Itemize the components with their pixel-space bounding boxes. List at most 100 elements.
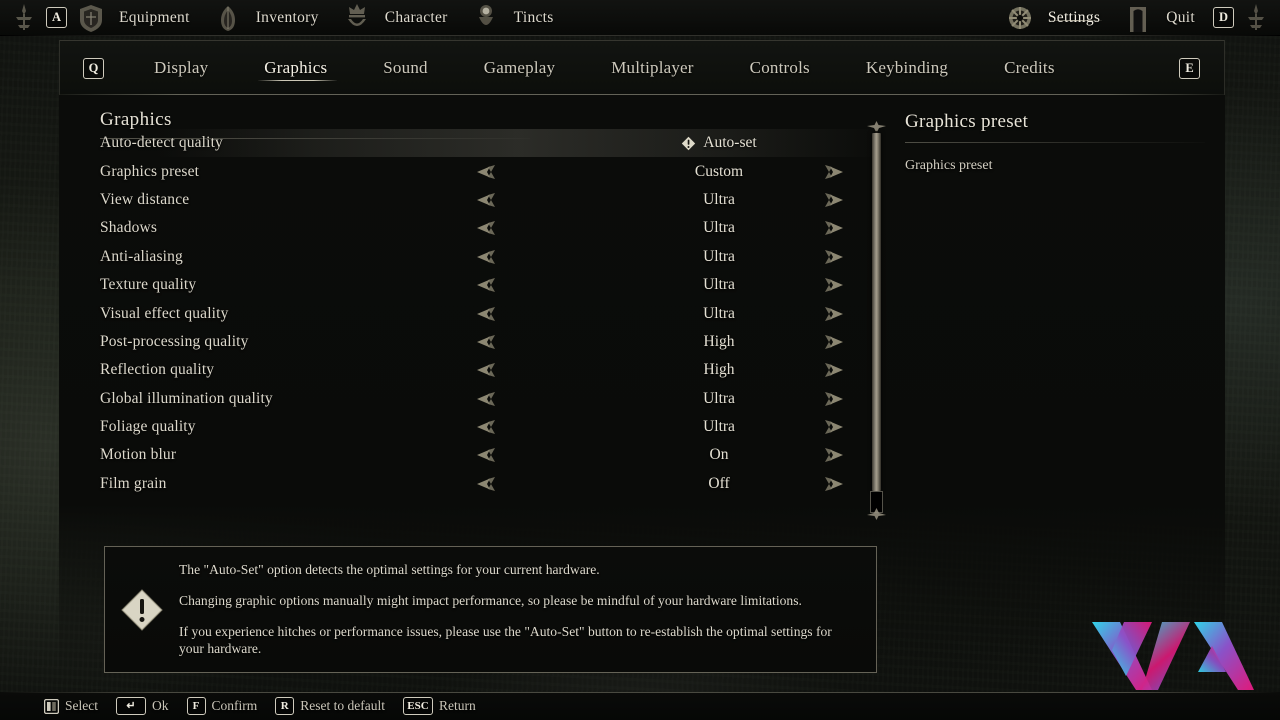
hint-ok[interactable]: ↵ Ok — [116, 697, 169, 715]
settings-row[interactable]: Shadows Ultra — [59, 214, 879, 242]
keycap-enter: ↵ — [116, 697, 146, 715]
settings-row-label: Visual effect quality — [100, 304, 229, 322]
nav-key-a[interactable]: A — [44, 0, 69, 36]
increase-value-arrow-icon[interactable] — [824, 191, 846, 209]
tab-keybinding[interactable]: Keybinding — [838, 54, 976, 82]
hint-reset[interactable]: R Reset to default — [275, 697, 385, 715]
settings-row-label: Global illumination quality — [100, 389, 273, 407]
hint-return[interactable]: ESC Return — [402, 697, 476, 715]
settings-row-label: Anti-aliasing — [100, 247, 183, 265]
hint-confirm[interactable]: F Confirm — [186, 697, 257, 715]
decrease-value-arrow-icon[interactable] — [474, 305, 496, 323]
increase-value-arrow-icon[interactable] — [824, 333, 846, 351]
nav-item-settings[interactable]: Settings — [998, 0, 1116, 36]
settings-row-label: Motion blur — [100, 446, 177, 464]
keycap-a: A — [46, 7, 67, 28]
settings-row[interactable]: View distance Ultra — [59, 186, 879, 214]
settings-row-label: Graphics preset — [100, 162, 200, 180]
settings-content: Graphics Auto-detect quality Auto-set Grap… — [59, 95, 1225, 680]
settings-row-label: View distance — [100, 190, 190, 208]
tab-gameplay[interactable]: Gameplay — [456, 54, 583, 82]
keycap-e[interactable]: E — [1179, 57, 1200, 79]
increase-value-arrow-icon[interactable] — [824, 276, 846, 294]
torch-emblem-right-icon — [1248, 3, 1264, 30]
settings-row-value-text: Off — [708, 474, 730, 492]
nav-item-character[interactable]: Character — [335, 0, 464, 36]
tab-graphics[interactable]: Graphics — [236, 54, 355, 82]
decrease-value-arrow-icon[interactable] — [474, 418, 496, 436]
decrease-value-arrow-icon[interactable] — [474, 219, 496, 237]
keycap-q[interactable]: Q — [83, 57, 104, 79]
warning-diamond-icon — [121, 588, 163, 631]
nav-label-equipment: Equipment — [119, 8, 190, 26]
flask-emblem-icon — [478, 4, 493, 25]
decrease-value-arrow-icon[interactable] — [474, 475, 496, 493]
decrease-value-arrow-icon[interactable] — [474, 333, 496, 351]
nav-item-tincts[interactable]: Tincts — [464, 0, 570, 36]
settings-row-value-text: Ultra — [703, 389, 735, 407]
settings-row[interactable]: Anti-aliasing Ultra — [59, 243, 879, 271]
warning-diamond-small-icon — [682, 136, 696, 150]
decrease-value-arrow-icon[interactable] — [474, 248, 496, 266]
info-line-1: The "Auto-Set" option detects the optima… — [179, 562, 600, 578]
option-detail-panel: Graphics preset Graphics preset — [905, 111, 1225, 174]
increase-value-arrow-icon[interactable] — [824, 248, 846, 266]
settings-row-value-text: Ultra — [703, 247, 735, 265]
nav-item-equipment[interactable]: Equipment — [69, 0, 206, 36]
hint-select[interactable]: Select — [44, 698, 98, 714]
tab-list: Display Graphics Sound Gameplay Multipla… — [126, 54, 1083, 82]
increase-value-arrow-icon[interactable] — [824, 475, 846, 493]
increase-value-arrow-icon[interactable] — [824, 361, 846, 379]
tab-display[interactable]: Display — [126, 54, 236, 82]
nav-item-quit[interactable]: Quit — [1116, 0, 1211, 36]
settings-row-value-text: Custom — [694, 162, 744, 180]
increase-value-arrow-icon[interactable] — [824, 219, 846, 237]
settings-row[interactable]: Visual effect quality Ultra — [59, 299, 879, 327]
decrease-value-arrow-icon[interactable] — [474, 163, 496, 181]
decrease-value-arrow-icon[interactable] — [474, 446, 496, 464]
settings-row-value-text: Ultra — [703, 276, 735, 294]
list-scrollbar[interactable] — [864, 121, 888, 521]
tab-sound[interactable]: Sound — [355, 54, 455, 82]
settings-row[interactable]: Motion blur On — [59, 441, 879, 469]
decrease-value-arrow-icon[interactable] — [474, 361, 496, 379]
keycap-f: F — [186, 697, 206, 715]
top-nav-right: Settings Quit D — [998, 0, 1276, 36]
info-line-3: If you experience hitches or performance… — [179, 623, 832, 657]
increase-value-arrow-icon[interactable] — [824, 446, 846, 464]
satchel-emblem-icon — [220, 5, 235, 31]
settings-row-value[interactable]: Auto-set — [559, 134, 879, 152]
hint-label-return: Return — [438, 698, 476, 713]
settings-row-label: Film grain — [100, 474, 167, 492]
tab-controls[interactable]: Controls — [722, 54, 838, 82]
decrease-value-arrow-icon[interactable] — [474, 276, 496, 294]
settings-row[interactable]: Texture quality Ultra — [59, 271, 879, 299]
decrease-value-arrow-icon[interactable] — [474, 390, 496, 408]
increase-value-arrow-icon[interactable] — [824, 418, 846, 436]
info-box: The "Auto-Set" option detects the optima… — [104, 546, 877, 673]
bottom-hint-bar: Select ↵ Ok F Confirm R Reset to default… — [0, 692, 1280, 720]
increase-value-arrow-icon[interactable] — [824, 163, 846, 181]
gear-emblem-icon — [1008, 6, 1031, 29]
decrease-value-arrow-icon[interactable] — [474, 191, 496, 209]
increase-value-arrow-icon[interactable] — [824, 305, 846, 323]
nav-label-inventory: Inventory — [255, 8, 319, 26]
settings-row-value-text: High — [703, 361, 735, 379]
settings-row[interactable]: Foliage quality Ultra — [59, 413, 879, 441]
nav-label-tincts: Tincts — [513, 8, 554, 26]
tab-credits[interactable]: Credits — [976, 54, 1083, 82]
nav-key-d[interactable]: D — [1211, 0, 1236, 36]
tab-multiplayer[interactable]: Multiplayer — [583, 54, 721, 82]
detail-title: Graphics preset — [905, 111, 1029, 132]
increase-value-arrow-icon[interactable] — [824, 390, 846, 408]
door-emblem-icon — [1130, 6, 1147, 32]
nav-item-inventory[interactable]: Inventory — [206, 0, 335, 36]
settings-row[interactable]: Auto-detect quality Auto-set — [59, 129, 883, 158]
settings-row[interactable]: Post-processing quality High — [59, 328, 879, 356]
scrollbar-thumb[interactable] — [872, 133, 881, 491]
settings-row[interactable]: Reflection quality High — [59, 356, 879, 384]
settings-row[interactable]: Graphics preset Custom — [59, 157, 879, 185]
settings-row[interactable]: Global illumination quality Ultra — [59, 385, 879, 413]
settings-row-value-text: Ultra — [703, 418, 735, 436]
settings-row[interactable]: Film grain Off — [59, 470, 879, 498]
